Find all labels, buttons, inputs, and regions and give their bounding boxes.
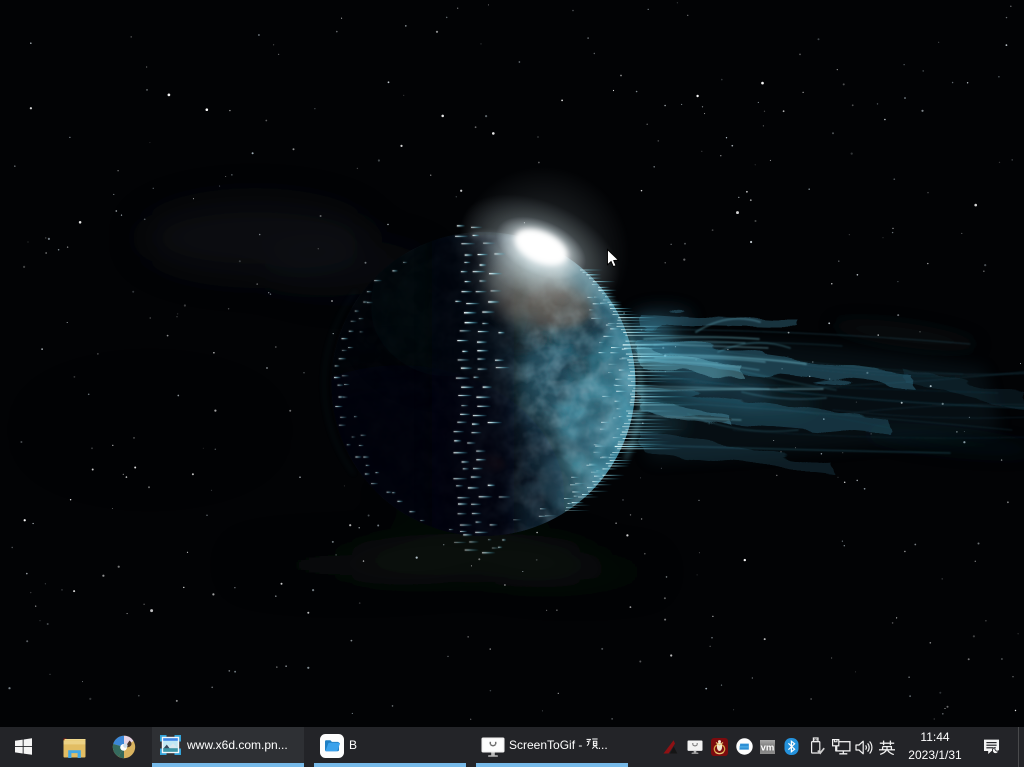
svg-text:vm: vm — [761, 743, 775, 754]
